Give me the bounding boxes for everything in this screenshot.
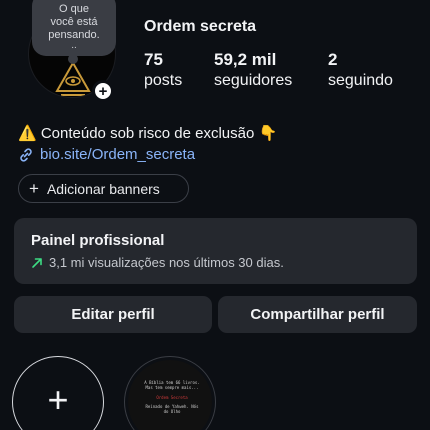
profile-stats: 75 posts 59,2 mil seguidores 2 seguindo: [144, 50, 393, 92]
stat-followers[interactable]: 59,2 mil seguidores: [214, 50, 328, 92]
professional-dashboard-card[interactable]: Painel profissional 3,1 mi visualizações…: [14, 218, 417, 284]
stat-posts-label: posts: [144, 72, 183, 89]
stat-posts-value: 75: [144, 50, 163, 69]
stat-followers-label: seguidores: [214, 72, 293, 89]
stat-followers-value: 59,2 mil: [214, 50, 277, 69]
add-story-button[interactable]: +: [92, 80, 114, 102]
highlight-text-1: A Bíblia tem 66 livros. Mas tem sempre m…: [144, 380, 200, 390]
trend-up-arrow-icon: [32, 257, 42, 268]
highlight-text-2: Ordem Secreta: [156, 395, 188, 400]
highlight-text-3: Reinado de Yahweh. Nós do Olho: [145, 404, 199, 414]
professional-dashboard-title: Painel profissional: [31, 232, 165, 249]
bio-link-text: bio.site/Ordem_secreta: [40, 146, 196, 163]
stat-following-label: seguindo: [328, 72, 393, 89]
plus-icon: +: [47, 379, 69, 420]
add-banners-label: Adicionar banners: [46, 180, 160, 197]
note-line-2: você está: [50, 15, 98, 28]
professional-dashboard-subtitle: 3,1 mi visualizações nos últimos 30 dias…: [31, 255, 417, 270]
note-dots: ..: [71, 39, 77, 51]
bio-link[interactable]: bio.site/Ordem_secreta: [18, 146, 195, 163]
stat-posts[interactable]: 75 posts: [144, 50, 214, 92]
stat-following[interactable]: 2 seguindo: [328, 50, 393, 92]
profile-username: Ordem secreta: [144, 18, 257, 35]
bio-text: ⚠️ Conteúdo sob risco de exclusão 👇: [18, 125, 278, 142]
highlight-item[interactable]: A Bíblia tem 66 livros. Mas tem sempre m…: [124, 356, 216, 430]
note-bubble[interactable]: O que você está pensando. ..: [32, 0, 116, 56]
new-highlight-button[interactable]: +: [12, 356, 104, 430]
profile-avatar-area: O que você está pensando. .. +: [28, 0, 120, 112]
plus-icon: +: [29, 179, 39, 198]
edit-profile-button[interactable]: Editar perfil: [14, 296, 212, 333]
highlight-thumbnail: A Bíblia tem 66 livros. Mas tem sempre m…: [128, 360, 212, 430]
plus-icon: +: [98, 82, 108, 100]
stat-following-value: 2: [328, 50, 338, 69]
add-banners-button[interactable]: + Adicionar banners: [18, 174, 189, 203]
link-icon: [20, 147, 32, 162]
views-summary: 3,1 mi visualizações nos últimos 30 dias…: [49, 255, 284, 270]
share-profile-button[interactable]: Compartilhar perfil: [218, 296, 417, 333]
note-line-1: O que: [59, 2, 89, 15]
